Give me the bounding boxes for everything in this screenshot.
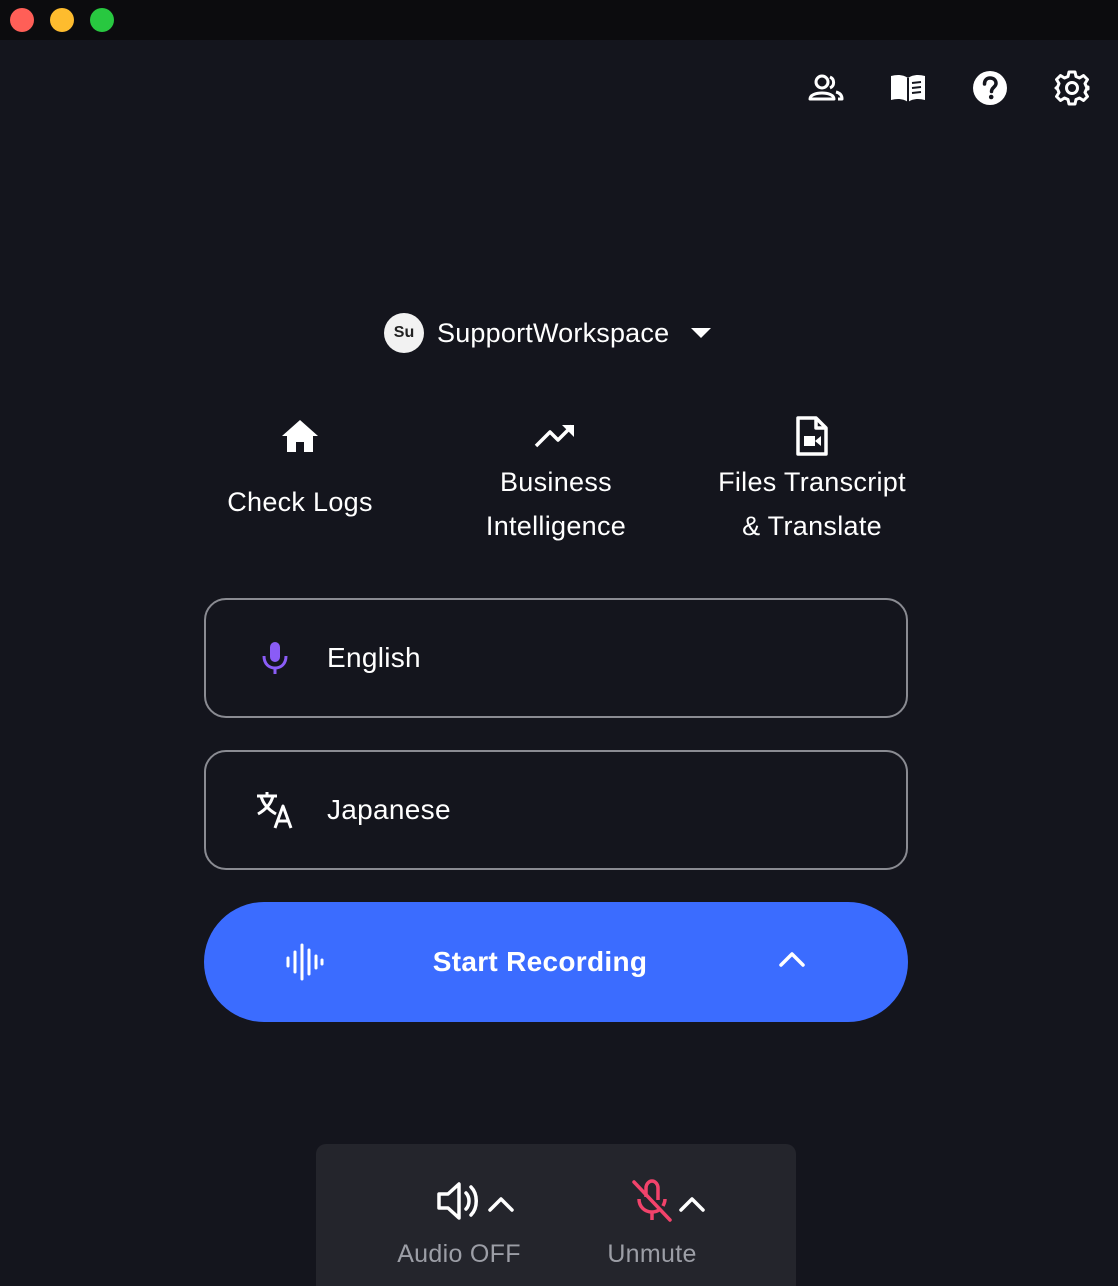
help-icon — [973, 71, 1007, 105]
book-icon — [891, 74, 925, 102]
bottom-control-bar: Audio OFF Unmute — [316, 1144, 796, 1286]
docs-button[interactable] — [888, 68, 928, 108]
mic-status-label: Unmute — [607, 1240, 697, 1268]
window-titlebar — [0, 0, 1118, 40]
mic-options-chevron-icon[interactable] — [677, 1194, 707, 1214]
video-file-icon — [796, 416, 828, 456]
workspace-selector[interactable]: Su SupportWorkspace — [384, 311, 712, 355]
settings-button[interactable] — [1052, 68, 1092, 108]
people-icon — [808, 74, 844, 101]
target-language-label: Japanese — [327, 794, 451, 825]
source-language-select[interactable]: English — [204, 598, 908, 718]
audio-options-chevron-icon[interactable] — [486, 1194, 516, 1214]
nav-label: Business Intelligence — [485, 467, 627, 541]
translate-icon — [257, 792, 293, 829]
home-icon — [282, 420, 318, 452]
minimize-window-button[interactable] — [50, 8, 74, 32]
nav-check-logs[interactable]: Check Logs — [172, 412, 428, 524]
nav-label: Check Logs — [227, 487, 373, 517]
people-button[interactable] — [806, 68, 846, 108]
caret-down-icon — [691, 328, 712, 338]
chevron-up-icon[interactable] — [776, 948, 808, 970]
target-language-select[interactable]: Japanese — [204, 750, 908, 870]
maximize-window-button[interactable] — [90, 8, 114, 32]
workspace-name: SupportWorkspace — [437, 317, 670, 348]
help-button[interactable] — [970, 68, 1010, 108]
mic-control: Unmute — [587, 1174, 717, 1269]
nav-label: Files Transcript & Translate — [718, 467, 906, 541]
audio-toggle-button[interactable] — [436, 1174, 482, 1228]
workspace-avatar: Su — [384, 313, 424, 353]
start-recording-button[interactable]: Start Recording — [204, 902, 908, 1022]
source-language-label: English — [327, 642, 421, 673]
trending-up-icon — [534, 424, 574, 448]
audio-status-label: Audio OFF — [397, 1240, 521, 1268]
unmute-button[interactable] — [630, 1174, 674, 1228]
gear-icon — [1054, 70, 1090, 106]
nav-business-intelligence[interactable]: Business Intelligence — [428, 412, 684, 548]
audio-control: Audio OFF — [394, 1174, 524, 1269]
microphone-icon — [262, 642, 288, 674]
mic-off-icon — [632, 1179, 672, 1222]
nav-files-transcript[interactable]: Files Transcript & Translate — [684, 412, 940, 548]
close-window-button[interactable] — [10, 8, 34, 32]
speaker-icon — [437, 1182, 478, 1220]
